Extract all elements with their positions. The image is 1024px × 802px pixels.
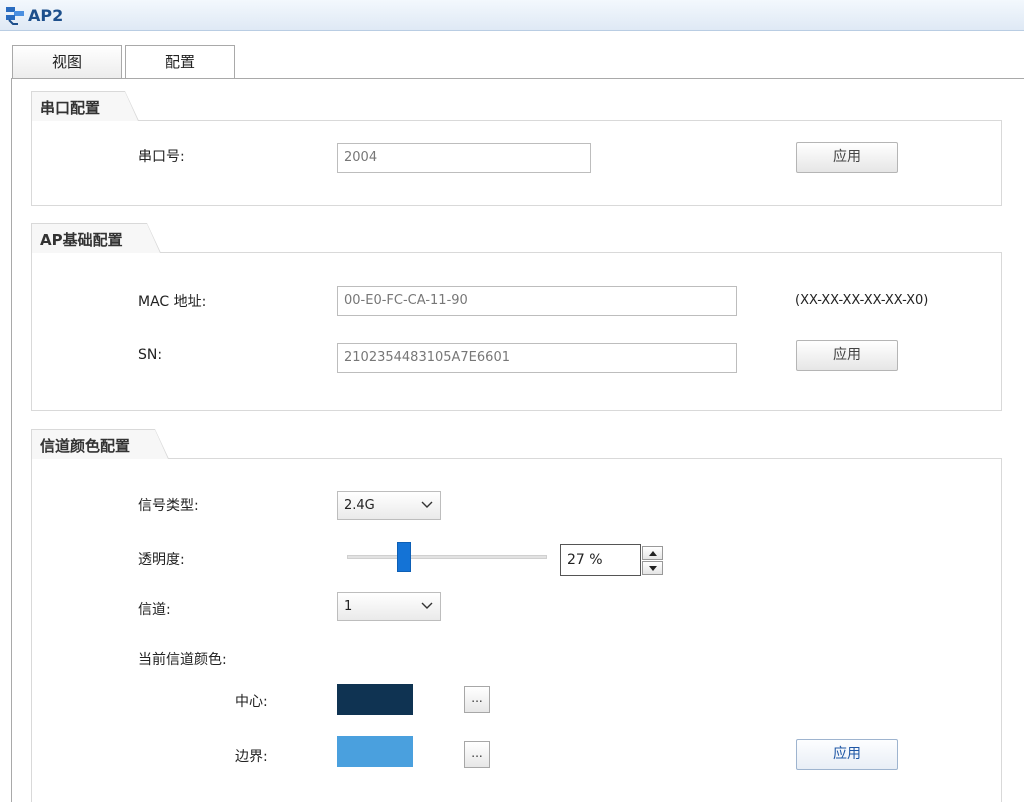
current-channel-color-label: 当前信道颜色: [138,652,227,668]
channel-color-config-legend-text: 信道颜色配置 [40,437,131,455]
arrow-up-icon [649,551,657,556]
tab-view-label: 视图 [51,53,82,71]
transparency-slider-thumb[interactable] [397,542,411,572]
serial-config-legend-text: 串口配置 [40,99,101,117]
title-bar: AP2 [0,0,1024,31]
ap-basic-config-group [31,252,1002,411]
chevron-down-icon [421,602,433,609]
channel-select[interactable]: 1 [337,592,441,621]
tab-view[interactable]: 视图 [12,45,122,79]
serial-config-legend: 串口配置 [31,91,139,121]
center-color-picker-button[interactable]: ... [464,686,490,713]
ap-basic-config-legend-text: AP基础配置 [40,231,123,249]
network-device-icon [6,7,24,25]
border-color-swatch [337,736,413,767]
spin-up-button[interactable] [642,546,663,560]
arrow-down-icon [649,566,657,571]
serial-port-label: 串口号: [138,149,185,165]
border-color-picker-button[interactable]: ... [464,741,490,768]
center-color-swatch [337,684,413,715]
signal-type-select[interactable]: 2.4G [337,491,441,520]
channel-color-config-legend: 信道颜色配置 [31,429,169,459]
channel-value: 1 [344,599,353,614]
mac-format-hint: (XX-XX-XX-XX-XX-X0) [795,293,929,308]
serial-apply-button[interactable]: 应用 [796,142,898,173]
channel-color-apply-button[interactable]: 应用 [796,739,898,770]
sn-input[interactable]: 2102354483105A7E6601 [337,343,737,373]
spin-down-button[interactable] [642,561,663,575]
channel-label: 信道: [138,602,171,618]
mac-address-input[interactable]: 00-E0-FC-CA-11-90 [337,286,737,316]
transparency-label: 透明度: [138,552,185,568]
window-title: AP2 [28,6,64,25]
transparency-spinbox[interactable]: 27 % [560,544,641,576]
tab-config[interactable]: 配置 [125,45,235,80]
serial-port-input[interactable]: 2004 [337,143,591,173]
sn-label: SN: [138,347,163,363]
transparency-slider-track[interactable] [347,555,547,559]
ap-basic-apply-button[interactable]: 应用 [796,340,898,371]
signal-type-value: 2.4G [344,498,375,513]
signal-type-label: 信号类型: [138,498,199,514]
mac-address-label: MAC 地址: [138,294,207,310]
ap-basic-config-legend: AP基础配置 [31,223,161,253]
tab-config-label: 配置 [164,53,195,71]
chevron-down-icon [421,501,433,508]
border-color-label: 边界: [235,749,268,765]
center-color-label: 中心: [235,694,268,710]
